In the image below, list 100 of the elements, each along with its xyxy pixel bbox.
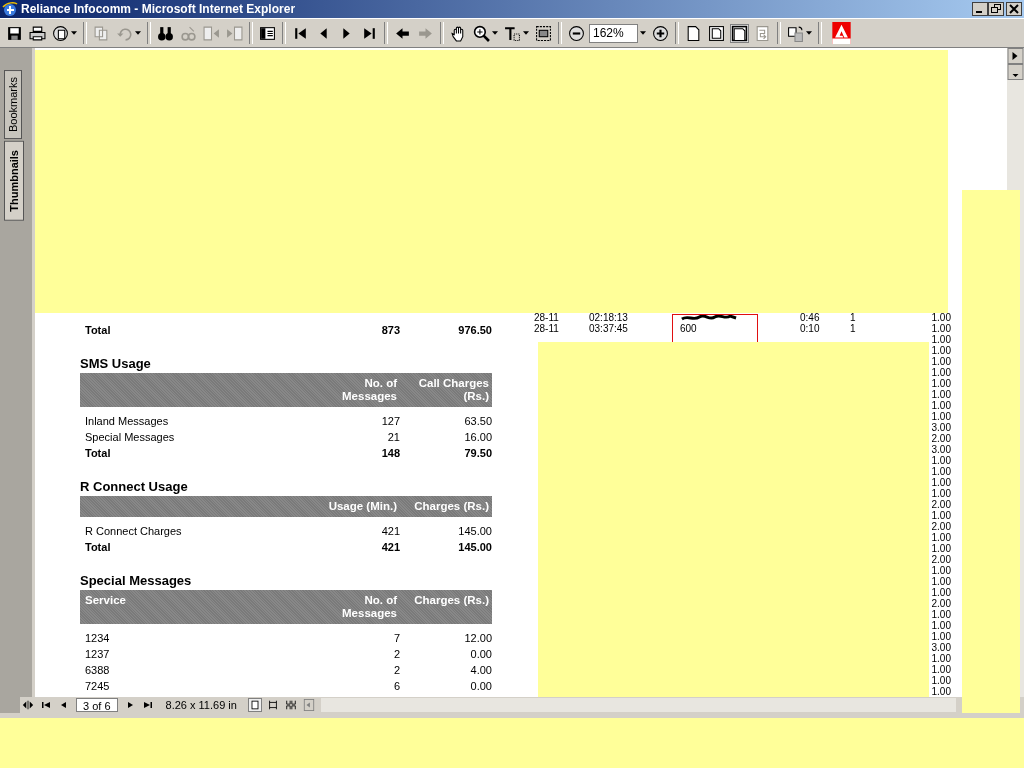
table-cell: 03:37:45 <box>589 323 628 334</box>
table-cell: 28-11 <box>534 323 559 334</box>
table-cell-text: 148 <box>380 447 400 459</box>
table-cell: 1.00 <box>931 543 951 554</box>
column-header: Usage (Min.) <box>328 500 397 513</box>
split-icon[interactable] <box>22 699 34 711</box>
facing-icon[interactable] <box>284 699 297 711</box>
table-cell: 1 <box>850 323 856 334</box>
table-cell: 1.00 <box>931 345 951 356</box>
table-cell-text: 421 <box>380 525 400 537</box>
table-cell: 1.00 <box>931 609 951 620</box>
zoom-icon[interactable] <box>473 24 490 42</box>
table-cell-text: 976.50 <box>457 324 492 336</box>
continuous-icon[interactable] <box>266 699 279 711</box>
text-select-icon[interactable] <box>504 24 521 42</box>
panel-icon[interactable] <box>259 24 276 42</box>
table-cell-text: 2 <box>392 648 400 660</box>
table-cell: 1.00 <box>931 455 951 466</box>
table-cell: 2.00 <box>931 433 951 444</box>
caret-icon[interactable] <box>492 31 498 35</box>
single-page-icon[interactable] <box>685 24 702 42</box>
table-cell: 1.00 <box>931 400 951 411</box>
fit-page-icon[interactable] <box>708 24 725 42</box>
caret-icon[interactable] <box>71 31 77 35</box>
column-header: Call Charges (Rs.) <box>418 377 489 403</box>
first-page-icon[interactable] <box>40 699 52 711</box>
table-cell: 1.00 <box>931 356 951 367</box>
table-cell: 3.00 <box>931 422 951 433</box>
table-cell-text: 1237 <box>85 648 111 660</box>
table-cell: 1.00 <box>931 334 951 345</box>
close-icon[interactable] <box>1006 2 1022 16</box>
table-cell-text: 6388 <box>85 664 111 676</box>
print-icon[interactable] <box>29 24 46 42</box>
horizontal-scrollbar[interactable] <box>320 698 956 712</box>
table-cell-text: 873 <box>380 324 400 336</box>
table-cell: 1.00 <box>931 565 951 576</box>
table-cell: 1.00 <box>931 675 951 686</box>
section-heading: Special Messages <box>80 573 193 588</box>
table-cell-text: Total <box>85 324 112 336</box>
reflow-icon[interactable] <box>754 24 771 42</box>
globe-icon <box>2 1 18 17</box>
table-cell-text: 63.50 <box>463 415 492 427</box>
page-size-label: 8.26 x 11.69 in <box>165 699 237 711</box>
caret-icon[interactable] <box>523 31 529 35</box>
scroll-up-icon[interactable] <box>1007 48 1024 64</box>
table-cell-text: 4.00 <box>469 664 492 676</box>
table-cell-text: 2 <box>392 664 400 676</box>
table-cell: 2.00 <box>931 554 951 565</box>
column-header: No. of Messages <box>342 377 397 403</box>
minimize-icon[interactable] <box>972 2 988 16</box>
column-header: No. of Messages <box>342 594 397 620</box>
page-number-field[interactable]: 3 of 6 <box>76 698 118 712</box>
table-cell: 1.00 <box>931 466 951 477</box>
table-cell-text: 16.00 <box>463 431 492 443</box>
table-cell: 1.00 <box>931 510 951 521</box>
table-cell-text: 79.50 <box>463 447 492 459</box>
fit-width-icon[interactable] <box>731 24 748 42</box>
table-cell-text: 145.00 <box>457 541 492 553</box>
table-cell: 1.00 <box>931 323 951 334</box>
table-cell-text: Inland Messages <box>85 415 170 427</box>
table-cell: 1.00 <box>931 576 951 587</box>
table-cell-text: 421 <box>380 541 400 553</box>
table-cell-text: R Connect Charges <box>85 525 183 537</box>
table-cell-text: 0.00 <box>469 648 492 660</box>
caret-icon[interactable] <box>640 31 646 35</box>
table-cell: 02:18:13 <box>589 312 628 323</box>
table-cell-text: Total <box>85 447 112 459</box>
table-cell: 1.00 <box>931 653 951 664</box>
panel-tab[interactable]: Thumbnails <box>4 141 24 221</box>
caret-icon[interactable] <box>806 31 812 35</box>
table-cell: 1.00 <box>931 477 951 488</box>
table-cell: 1.00 <box>931 664 951 675</box>
zoom-field[interactable]: 162% <box>589 23 638 43</box>
binoculars-icon[interactable] <box>157 24 174 42</box>
table-cell: 1.00 <box>931 587 951 598</box>
table-cell: 1.00 <box>931 378 951 389</box>
caret-icon[interactable] <box>135 31 141 35</box>
rotate-pages-icon[interactable] <box>787 24 804 42</box>
table-cell-text: 21 <box>386 431 400 443</box>
table-cell: 2.00 <box>931 521 951 532</box>
zoom-out-icon[interactable] <box>568 24 585 42</box>
column-header: Charges (Rs.) <box>414 500 489 513</box>
table-cell: 1.00 <box>931 532 951 543</box>
table-cell: 1.00 <box>931 686 951 697</box>
single-page-icon[interactable] <box>248 699 261 711</box>
graphics-select-icon[interactable] <box>535 24 552 42</box>
zoom-in-icon[interactable] <box>652 24 669 42</box>
last-page-icon[interactable] <box>141 699 154 711</box>
document-icon[interactable] <box>52 24 69 42</box>
table-cell-text: 145.00 <box>457 525 492 537</box>
table-cell: 1.00 <box>931 488 951 499</box>
table-cell-text: 127 <box>380 415 400 427</box>
panel-tab[interactable]: Bookmarks <box>4 70 22 140</box>
restore-icon[interactable] <box>988 2 1004 16</box>
save-icon[interactable] <box>6 24 23 42</box>
window-title: Reliance Infocomm - Microsoft Internet Explorer <box>21 2 297 16</box>
scroll-down-icon[interactable] <box>1007 64 1024 80</box>
column-header: Charges (Rs.) <box>414 594 489 607</box>
table-cell: 1 <box>850 312 856 323</box>
logo-icon[interactable] <box>832 22 851 44</box>
